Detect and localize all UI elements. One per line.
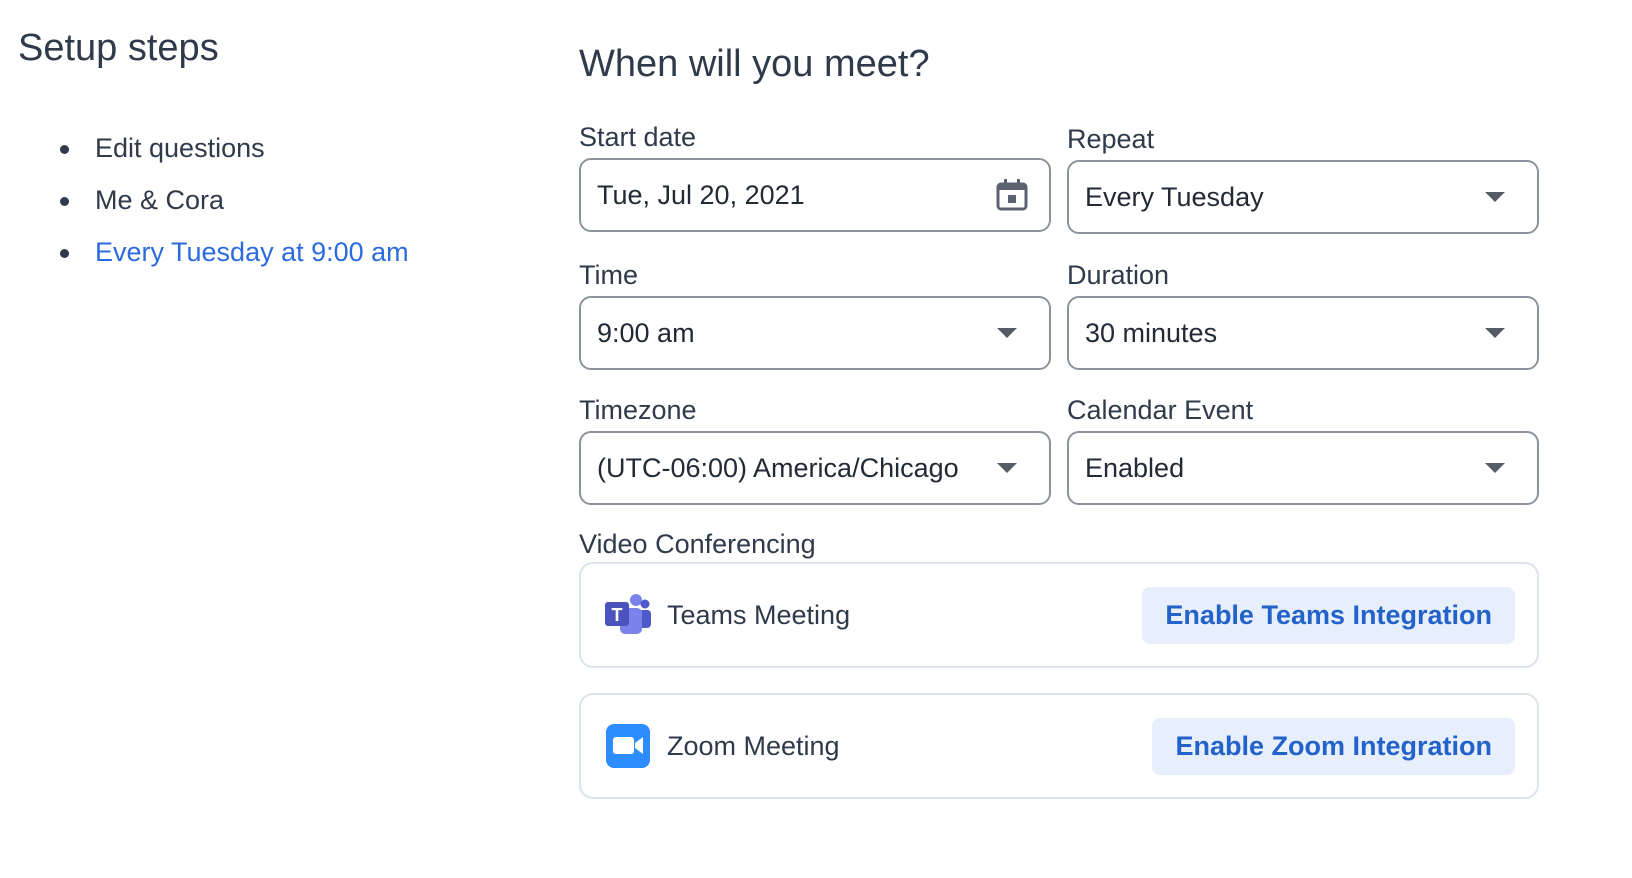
zoom-integration-card: Zoom Meeting Enable Zoom Integration (579, 693, 1539, 799)
calendar-event-value: Enabled (1085, 452, 1185, 483)
chevron-down-icon (997, 463, 1017, 473)
chevron-down-icon (997, 328, 1017, 338)
start-date-label: Start date (579, 122, 697, 152)
repeat-value: Every Tuesday (1085, 181, 1264, 212)
timezone-label: Timezone (579, 395, 697, 425)
chevron-down-icon (1485, 192, 1505, 202)
timezone-select[interactable]: (UTC-06:00) America/Chicago (579, 431, 1051, 505)
duration-select[interactable]: 30 minutes (1067, 296, 1539, 370)
enable-zoom-integration-button[interactable]: Enable Zoom Integration (1152, 717, 1515, 775)
chevron-down-icon (1485, 463, 1505, 473)
time-field: Time 9:00 am (579, 258, 1051, 370)
teams-meeting-name: Teams Meeting (667, 599, 851, 630)
step-schedule[interactable]: Every Tuesday at 9:00 am (60, 226, 538, 278)
chevron-down-icon (1485, 328, 1505, 338)
start-date-value: Tue, Jul 20, 2021 (597, 179, 805, 210)
setup-steps-list: Edit questions Me & Cora Every Tuesday a… (18, 122, 538, 278)
calendar-icon[interactable] (995, 178, 1029, 212)
duration-label: Duration (1067, 260, 1170, 290)
step-me-and-cora[interactable]: Me & Cora (60, 174, 538, 226)
step-edit-questions[interactable]: Edit questions (60, 122, 538, 174)
timezone-field: Timezone (UTC-06:00) America/Chicago (579, 393, 1051, 505)
video-conferencing-label: Video Conferencing (579, 529, 816, 559)
enable-teams-integration-button[interactable]: Enable Teams Integration (1142, 586, 1515, 644)
time-select[interactable]: 9:00 am (579, 296, 1051, 370)
start-date-input[interactable]: Tue, Jul 20, 2021 (579, 158, 1051, 232)
teams-integration-card: T Teams Meeting Enable Teams Integration (579, 562, 1539, 668)
meeting-form: When will you meet? (579, 36, 1539, 92)
teams-icon: T (603, 590, 653, 640)
calendar-event-label: Calendar Event (1067, 395, 1254, 425)
calendar-event-field: Calendar Event Enabled (1067, 393, 1539, 505)
time-label: Time (579, 260, 638, 290)
page-title: When will you meet? (579, 43, 930, 85)
repeat-field: Repeat Every Tuesday (1067, 122, 1539, 234)
duration-field: Duration 30 minutes (1067, 258, 1539, 370)
zoom-meeting-name: Zoom Meeting (667, 730, 840, 761)
time-value: 9:00 am (597, 317, 695, 348)
duration-value: 30 minutes (1085, 317, 1218, 348)
calendar-event-select[interactable]: Enabled (1067, 431, 1539, 505)
sidebar-title: Setup steps (18, 27, 219, 69)
svg-text:T: T (612, 605, 623, 625)
repeat-select[interactable]: Every Tuesday (1067, 160, 1539, 234)
timezone-value: (UTC-06:00) America/Chicago (597, 452, 959, 483)
repeat-label: Repeat (1067, 124, 1155, 154)
start-date-field: Start date Tue, Jul 20, 2021 (579, 120, 1051, 232)
meeting-setup-page: Setup steps Edit questions Me & Cora Eve… (0, 0, 1632, 878)
zoom-icon (603, 721, 653, 771)
setup-sidebar: Setup steps Edit questions Me & Cora Eve… (18, 24, 538, 278)
